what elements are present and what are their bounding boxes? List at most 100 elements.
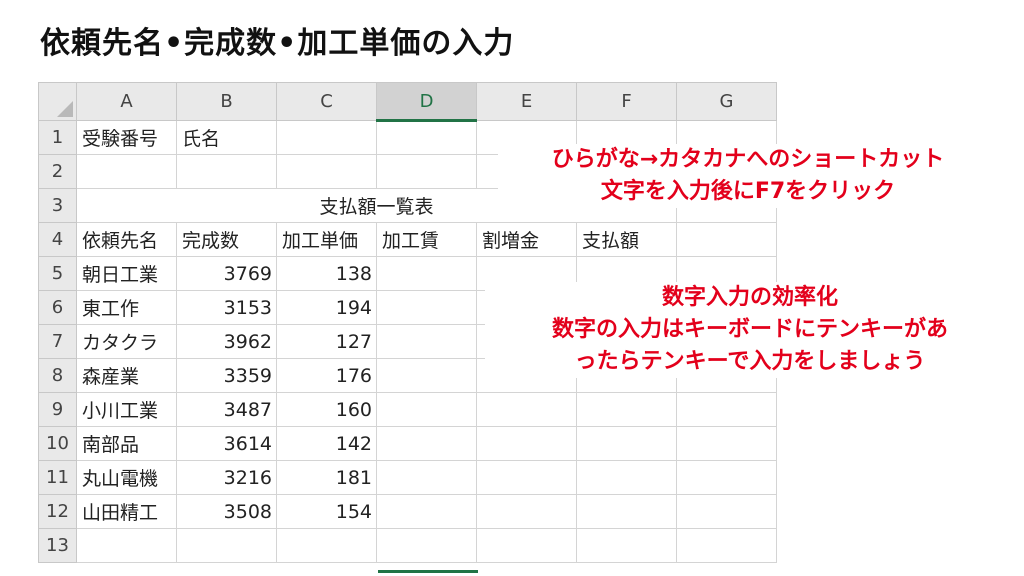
cell-b4[interactable]: 完成数 xyxy=(176,222,277,257)
cell-c4[interactable]: 加工単価 xyxy=(276,222,377,257)
cell-d6[interactable] xyxy=(376,290,477,325)
row-header[interactable]: 9 xyxy=(38,392,77,427)
cell-b8[interactable]: 3359 xyxy=(176,358,277,393)
katakana-shortcut-note: ひらがな→カタカナへのショートカット 文字を入力後にF7をクリック xyxy=(498,144,998,208)
cell-c9[interactable]: 160 xyxy=(276,392,377,427)
cell-d13[interactable] xyxy=(376,528,477,563)
column-header-b[interactable]: B xyxy=(176,82,277,121)
cell-g10[interactable] xyxy=(676,426,777,461)
row-header[interactable]: 11 xyxy=(38,460,77,495)
row-header[interactable]: 6 xyxy=(38,290,77,325)
column-header-a[interactable]: A xyxy=(76,82,177,121)
cell-g11[interactable] xyxy=(676,460,777,495)
row-header[interactable]: 12 xyxy=(38,494,77,529)
cell-d9[interactable] xyxy=(376,392,477,427)
cell-d11[interactable] xyxy=(376,460,477,495)
cell-f11[interactable] xyxy=(576,460,677,495)
cell-g13[interactable] xyxy=(676,528,777,563)
cell-c6[interactable]: 194 xyxy=(276,290,377,325)
tenkey-note-line-2: 数字の入力はキーボードにテンキーがあ xyxy=(551,317,948,342)
row-header[interactable]: 5 xyxy=(38,256,77,291)
column-header-c[interactable]: C xyxy=(276,82,377,121)
cell-f13[interactable] xyxy=(576,528,677,563)
cell-g9[interactable] xyxy=(676,392,777,427)
table-row: 9 小川工業 3487 160 xyxy=(38,392,777,427)
column-header-f[interactable]: F xyxy=(576,82,677,121)
row-header[interactable]: 8 xyxy=(38,358,77,393)
cell-b2[interactable] xyxy=(176,154,277,189)
cell-b1[interactable]: 氏名 xyxy=(176,120,277,155)
cell-c13[interactable] xyxy=(276,528,377,563)
cell-c10[interactable]: 142 xyxy=(276,426,377,461)
cell-g4[interactable] xyxy=(676,222,777,257)
cell-a13[interactable] xyxy=(76,528,177,563)
table-row: 11 丸山電機 3216 181 xyxy=(38,460,777,495)
selected-column-indicator xyxy=(378,570,478,573)
cell-a8[interactable]: 森産業 xyxy=(76,358,177,393)
cell-d8[interactable] xyxy=(376,358,477,393)
cell-c2[interactable] xyxy=(276,154,377,189)
row-header[interactable]: 10 xyxy=(38,426,77,461)
table-row: 10 南部品 3614 142 xyxy=(38,426,777,461)
cell-f4[interactable]: 支払額 xyxy=(576,222,677,257)
cell-a11[interactable]: 丸山電機 xyxy=(76,460,177,495)
cell-b10[interactable]: 3614 xyxy=(176,426,277,461)
select-all-corner[interactable] xyxy=(38,82,77,121)
cell-e11[interactable] xyxy=(476,460,577,495)
cell-b13[interactable] xyxy=(176,528,277,563)
cell-a6[interactable]: 東工作 xyxy=(76,290,177,325)
cell-e9[interactable] xyxy=(476,392,577,427)
cell-e10[interactable] xyxy=(476,426,577,461)
row-header[interactable]: 3 xyxy=(38,188,77,223)
cell-e13[interactable] xyxy=(476,528,577,563)
cell-d5[interactable] xyxy=(376,256,477,291)
cell-b7[interactable]: 3962 xyxy=(176,324,277,359)
cell-b6[interactable]: 3153 xyxy=(176,290,277,325)
row-header[interactable]: 13 xyxy=(38,528,77,563)
table-row: 4 依頼先名 完成数 加工単価 加工賃 割増金 支払額 xyxy=(38,222,777,257)
column-header-row: A B C D E F G xyxy=(38,82,777,122)
cell-c5[interactable]: 138 xyxy=(276,256,377,291)
cell-a4[interactable]: 依頼先名 xyxy=(76,222,177,257)
cell-c11[interactable]: 181 xyxy=(276,460,377,495)
column-header-d[interactable]: D xyxy=(376,82,477,122)
cell-a1[interactable]: 受験番号 xyxy=(76,120,177,155)
cell-b9[interactable]: 3487 xyxy=(176,392,277,427)
tenkey-note-line-3: ったらテンキーで入力をしましょう xyxy=(574,349,926,374)
cell-c8[interactable]: 176 xyxy=(276,358,377,393)
cell-g12[interactable] xyxy=(676,494,777,529)
cell-e12[interactable] xyxy=(476,494,577,529)
cell-c7[interactable]: 127 xyxy=(276,324,377,359)
cell-a10[interactable]: 南部品 xyxy=(76,426,177,461)
cell-f9[interactable] xyxy=(576,392,677,427)
table-row: 12 山田精工 3508 154 xyxy=(38,494,777,529)
cell-a5[interactable]: 朝日工業 xyxy=(76,256,177,291)
cell-a2[interactable] xyxy=(76,154,177,189)
cell-d4[interactable]: 加工賃 xyxy=(376,222,477,257)
cell-c1[interactable] xyxy=(276,120,377,155)
row-header[interactable]: 7 xyxy=(38,324,77,359)
row-header[interactable]: 1 xyxy=(38,120,77,155)
cell-d10[interactable] xyxy=(376,426,477,461)
cell-f10[interactable] xyxy=(576,426,677,461)
cell-b12[interactable]: 3508 xyxy=(176,494,277,529)
tenkey-tip-note: 数字入力の効率化 数字の入力はキーボードにテンキーがあ ったらテンキーで入力をし… xyxy=(485,282,1015,378)
row-header[interactable]: 4 xyxy=(38,222,77,257)
slide-title: 依頼先名•完成数•加工単価の入力 xyxy=(40,26,515,61)
cell-a7[interactable]: カタクラ xyxy=(76,324,177,359)
cell-f12[interactable] xyxy=(576,494,677,529)
cell-d2[interactable] xyxy=(376,154,477,189)
cell-b11[interactable]: 3216 xyxy=(176,460,277,495)
column-header-g[interactable]: G xyxy=(676,82,777,121)
cell-a9[interactable]: 小川工業 xyxy=(76,392,177,427)
row-header[interactable]: 2 xyxy=(38,154,77,189)
cell-e4[interactable]: 割増金 xyxy=(476,222,577,257)
cell-c12[interactable]: 154 xyxy=(276,494,377,529)
cell-a12[interactable]: 山田精工 xyxy=(76,494,177,529)
column-header-e[interactable]: E xyxy=(476,82,577,121)
select-all-triangle-icon xyxy=(57,101,73,117)
cell-d1[interactable] xyxy=(376,120,477,155)
cell-d12[interactable] xyxy=(376,494,477,529)
cell-b5[interactable]: 3769 xyxy=(176,256,277,291)
cell-d7[interactable] xyxy=(376,324,477,359)
